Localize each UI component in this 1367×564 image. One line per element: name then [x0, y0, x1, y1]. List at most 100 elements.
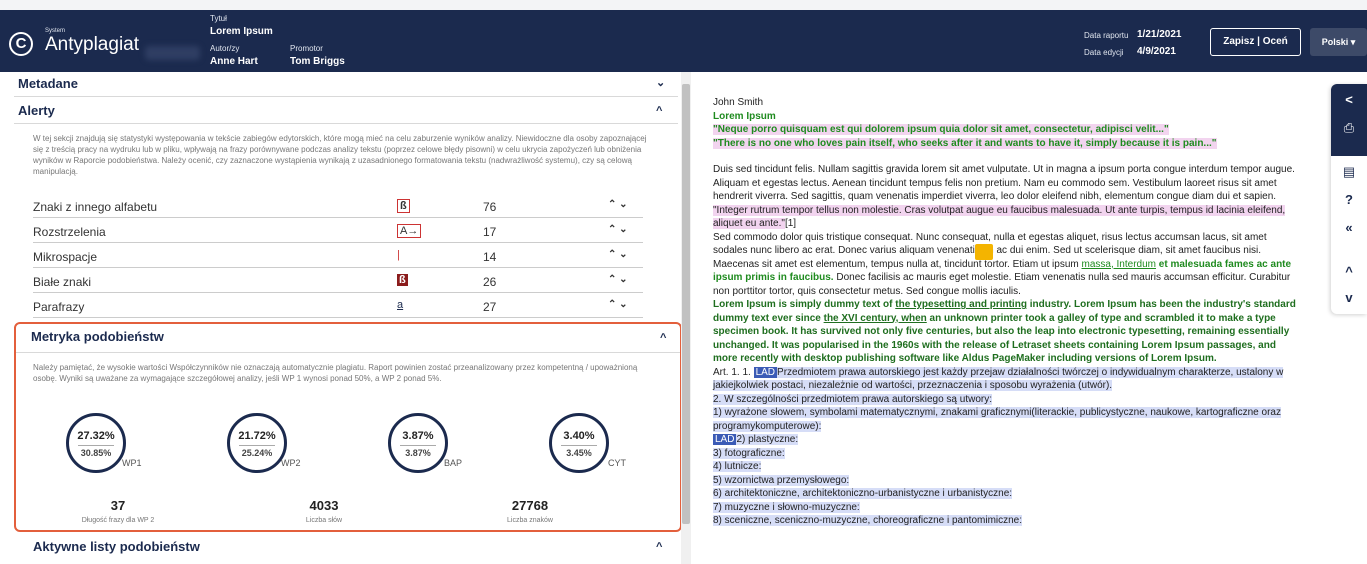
- alert-count: 14: [483, 250, 497, 264]
- alert-row[interactable]: Mikrospacje | 14 ⌃ ⌄: [33, 246, 643, 268]
- alert-row[interactable]: Parafrazy a 27 ⌃ ⌄: [33, 296, 643, 318]
- chevron-up-icon[interactable]: ^: [656, 105, 662, 117]
- alert-name: Rozstrzelenia: [33, 225, 106, 239]
- alert-name: Parafrazy: [33, 300, 85, 314]
- chevron-up-icon[interactable]: ^: [656, 541, 662, 553]
- divider: [16, 352, 680, 353]
- doc-link[interactable]: the typesetting and printing: [895, 299, 1027, 310]
- alert-count: 76: [483, 200, 497, 214]
- alert-count: 17: [483, 225, 497, 239]
- doc-highlight[interactable]: 2. W szczególności przedmiotem prawa aut…: [713, 393, 993, 405]
- cyt-label: CYT: [608, 458, 626, 468]
- header-bar: C System Antyplagiat Tytuł Lorem Ipsum A…: [0, 10, 1367, 72]
- doc-highlight[interactable]: 8) sceniczne, sceniczno-muzyczne, choreo…: [713, 515, 1023, 526]
- doc-highlight[interactable]: 5) wzornictwa przemysłowego:: [713, 474, 850, 486]
- edit-date-label: Data edycji: [1084, 48, 1124, 57]
- stat-value: 4033: [309, 498, 339, 513]
- doc-link[interactable]: the XVI century, when: [824, 313, 927, 324]
- save-rate-button[interactable]: Zapisz | Oceń: [1210, 28, 1301, 56]
- share-icon[interactable]: <: [1331, 92, 1367, 107]
- doc-highlight[interactable]: 6) architektoniczne, architektoniczno-ur…: [713, 488, 1013, 499]
- metrics-section: Metryka podobieństw ^ Należy pamiętać, ż…: [14, 322, 682, 532]
- stat-label: Liczba słów: [305, 517, 343, 524]
- doc-paragraph: Duis sed tincidunt felis. Nullam sagitti…: [713, 164, 1295, 202]
- stat-label: Długość frazy dla WP 2: [81, 517, 155, 524]
- wp1-circle[interactable]: 27.32% 30.85%: [66, 413, 126, 473]
- metrics-description: Należy pamiętać, że wysokie wartości Wsp…: [33, 363, 638, 383]
- title-value: Lorem Ipsum: [210, 26, 273, 37]
- blurred-text: [145, 46, 200, 60]
- scrollbar-thumb[interactable]: [682, 84, 690, 524]
- report-date-value: 1/21/2021: [1137, 29, 1182, 40]
- wp2-sub-value: 25.24%: [241, 448, 273, 458]
- doc-highlight[interactable]: 7) muzyczne i słowno-muzyczne:: [713, 501, 860, 513]
- alerts-description: W tej sekcji znajdują się statystyki wys…: [33, 134, 647, 176]
- comment-note-icon[interactable]: [975, 244, 993, 260]
- active-lists-section-header[interactable]: Aktywne listy podobieństw: [33, 539, 200, 554]
- up-down-arrows-icon[interactable]: ⌃ ⌄: [608, 299, 628, 310]
- foreign-char-icon: ß: [397, 199, 410, 213]
- doc-quote[interactable]: "There is no one who loves pain itself, …: [713, 137, 1217, 149]
- cyt-circle[interactable]: 3.40% 3.45%: [549, 413, 609, 473]
- alert-row[interactable]: Rozstrzelenia A→ 17 ⌃ ⌄: [33, 221, 643, 243]
- alerts-section-header[interactable]: Alerty: [18, 103, 672, 118]
- collapse-up-icon[interactable]: «: [1331, 220, 1367, 235]
- top-strip: [0, 0, 1367, 10]
- wp1-sub-value: 30.85%: [80, 448, 112, 458]
- doc-match[interactable]: Lorem Ipsum is simply dummy text of: [713, 299, 895, 310]
- doc-highlight[interactable]: 1) wyrażone słowem, symbolami matematycz…: [713, 407, 1281, 432]
- metadata-section-header[interactable]: Metadane: [18, 76, 672, 91]
- alert-name: Znaki z innego alfabetu: [33, 200, 158, 214]
- bap-sub-value: 3.87%: [405, 448, 431, 458]
- stat-value: 37: [110, 498, 126, 513]
- wp1-label: WP1: [122, 458, 142, 468]
- document-text: John Smith Lorem Ipsum "Neque porro quis…: [713, 96, 1303, 528]
- cyt-sub-value: 3.45%: [566, 448, 592, 458]
- paraphrase-icon: a: [397, 299, 404, 311]
- help-icon[interactable]: ?: [1331, 192, 1367, 207]
- doc-ref: [1]: [784, 218, 797, 229]
- alert-row[interactable]: Białe znaki ß 26 ⌃ ⌄: [33, 271, 643, 293]
- alert-name: Białe znaki: [33, 275, 92, 289]
- doc-author: John Smith: [713, 97, 764, 108]
- up-down-arrows-icon[interactable]: ⌃ ⌄: [608, 199, 628, 210]
- title-label: Tytuł: [210, 14, 227, 23]
- promotor-label: Promotor: [290, 44, 323, 53]
- bap-value: 3.87%: [402, 430, 434, 442]
- phrase-length-stat: 37 Długość frazy dla WP 2: [48, 498, 188, 524]
- alert-row[interactable]: Znaki z innego alfabetu ß 76 ⌃ ⌄: [33, 196, 643, 218]
- lad-badge[interactable]: LAD: [713, 434, 737, 445]
- report-date-label: Data raportu: [1084, 31, 1129, 40]
- logo-c-icon: C: [9, 32, 33, 56]
- char-count-stat: 27768 Liczba znaków: [460, 498, 600, 524]
- metrics-section-header[interactable]: Metryka podobieństw: [31, 329, 164, 344]
- wp2-circle[interactable]: 21.72% 25.24%: [227, 413, 287, 473]
- comment-icon[interactable]: ▤: [1331, 164, 1367, 180]
- document-panel: John Smith Lorem Ipsum "Neque porro quis…: [691, 72, 1367, 564]
- doc-highlight[interactable]: Przedmiotem prawa autorskiego jest każdy…: [713, 366, 1284, 391]
- language-dropdown[interactable]: Polski ▾: [1310, 28, 1367, 56]
- up-down-arrows-icon[interactable]: ⌃ ⌄: [608, 249, 628, 260]
- scroll-up-icon[interactable]: ^: [1331, 264, 1367, 279]
- print-icon[interactable]: ⎙: [1331, 120, 1367, 136]
- doc-link[interactable]: massa, Interdum: [1082, 259, 1156, 270]
- doc-citation[interactable]: "Integer rutrum tempor tellus non molest…: [713, 204, 1286, 229]
- doc-highlight[interactable]: 4) lutnicze:: [713, 461, 762, 472]
- doc-quote[interactable]: "Neque porro quisquam est qui dolorem ip…: [713, 124, 1169, 135]
- divider: [14, 96, 678, 97]
- stat-value: 27768: [511, 498, 549, 513]
- up-down-arrows-icon[interactable]: ⌃ ⌄: [608, 224, 628, 235]
- chevron-down-icon[interactable]: ⌄: [656, 76, 665, 89]
- alert-count: 26: [483, 275, 497, 289]
- doc-highlight[interactable]: 3) fotograficzne:: [713, 447, 785, 459]
- edit-date-value: 4/9/2021: [1137, 46, 1176, 57]
- chevron-up-icon[interactable]: ^: [660, 332, 666, 344]
- up-down-arrows-icon[interactable]: ⌃ ⌄: [608, 274, 628, 285]
- wp2-value: 21.72%: [238, 430, 276, 442]
- lad-badge[interactable]: LAD: [753, 366, 778, 378]
- doc-highlight[interactable]: 2) plastyczne:: [736, 434, 799, 445]
- bap-circle[interactable]: 3.87% 3.87%: [388, 413, 448, 473]
- logo-name: Antyplagiat: [45, 34, 140, 55]
- word-count-stat: 4033 Liczba słów: [254, 498, 394, 524]
- scroll-down-icon[interactable]: v: [1331, 290, 1367, 305]
